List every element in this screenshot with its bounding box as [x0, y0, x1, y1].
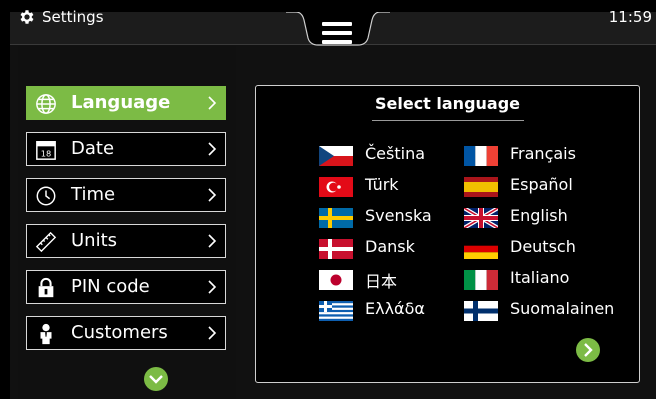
chevron-right-icon — [208, 188, 217, 202]
language-option-japanese[interactable]: 日本 — [319, 268, 439, 291]
language-label: Svenska — [365, 206, 432, 225]
chevron-right-icon — [208, 280, 217, 294]
language-option-danish[interactable]: Dansk — [319, 237, 439, 259]
turkish-flag-icon — [319, 177, 353, 197]
calendar-day: 18 — [41, 148, 52, 158]
language-option-greek[interactable]: Ελλάδα — [319, 299, 439, 321]
italian-flag-icon — [464, 270, 498, 290]
sidebar-item-pin-code[interactable]: PIN code — [26, 270, 226, 304]
hamburger-line — [322, 22, 352, 26]
uk-flag-icon — [464, 208, 498, 228]
sidebar-item-label: PIN code — [71, 276, 150, 297]
sidebar-item-date[interactable]: 18 Date — [26, 132, 226, 166]
chevron-right-icon — [208, 326, 217, 340]
sidebar-item-units[interactable]: Units — [26, 224, 226, 258]
greek-flag-icon — [319, 301, 353, 321]
chevron-right-icon — [208, 234, 217, 248]
language-label: Suomalainen — [510, 299, 615, 318]
sidebar-item-label: Units — [71, 230, 118, 251]
language-label: Italiano — [510, 268, 570, 287]
language-label: Español — [510, 175, 573, 194]
next-page-button[interactable] — [575, 337, 601, 363]
language-label: Dansk — [365, 237, 415, 256]
language-label: Ελλάδα — [365, 299, 425, 318]
chevron-right-icon — [208, 142, 217, 156]
language-option-french[interactable]: Français — [464, 144, 624, 166]
language-label: Türk — [365, 175, 399, 194]
sidebar-item-time[interactable]: Time — [26, 178, 226, 212]
person-icon — [40, 323, 52, 345]
sidebar-item-language[interactable]: Language — [26, 86, 226, 120]
hamburger-line — [322, 31, 352, 35]
language-label: Deutsch — [510, 237, 576, 256]
spanish-flag-icon — [464, 177, 498, 197]
sidebar-item-label: Language — [71, 92, 171, 113]
panel-title: Select language — [374, 94, 521, 113]
divider — [372, 120, 524, 121]
app-title: Settings — [42, 8, 104, 26]
globe-icon — [36, 94, 56, 114]
scroll-down-button[interactable] — [143, 366, 169, 392]
language-option-swedish[interactable]: Svenska — [319, 206, 439, 228]
hamburger-menu-button[interactable] — [318, 18, 356, 48]
sidebar: Language 18 Date Time Units PIN code Cus… — [18, 46, 236, 399]
language-option-english[interactable]: English — [464, 206, 624, 228]
language-label: English — [510, 206, 568, 225]
language-option-german[interactable]: Deutsch — [464, 237, 624, 259]
language-option-turkish[interactable]: Türk — [319, 175, 439, 197]
swedish-flag-icon — [319, 208, 353, 228]
japanese-flag-icon — [319, 270, 353, 290]
german-flag-icon — [464, 239, 498, 259]
chevron-right-icon — [208, 96, 217, 110]
clock-icon — [36, 186, 56, 206]
language-label: Čeština — [365, 144, 426, 163]
clock: 11:59 — [608, 8, 652, 26]
ruler-icon — [35, 231, 57, 253]
calendar-icon: 18 — [36, 141, 56, 160]
language-label: Français — [510, 144, 576, 163]
french-flag-icon — [464, 146, 498, 166]
language-option-czech[interactable]: Čeština — [319, 144, 439, 166]
danish-flag-icon — [319, 239, 353, 259]
sidebar-item-label: Date — [71, 138, 115, 159]
language-label: 日本 — [365, 272, 398, 291]
finnish-flag-icon — [464, 301, 498, 321]
language-option-spanish[interactable]: Español — [464, 175, 624, 197]
sidebar-item-customers[interactable]: Customers — [26, 316, 226, 350]
sidebar-item-label: Time — [71, 184, 116, 205]
gear-icon — [20, 10, 34, 24]
lock-icon — [38, 277, 54, 298]
language-option-italian[interactable]: Italiano — [464, 268, 624, 290]
hamburger-line — [322, 40, 352, 44]
czech-flag-icon — [319, 146, 353, 166]
sidebar-item-label: Customers — [71, 322, 168, 343]
language-option-finnish[interactable]: Suomalainen — [464, 299, 629, 321]
